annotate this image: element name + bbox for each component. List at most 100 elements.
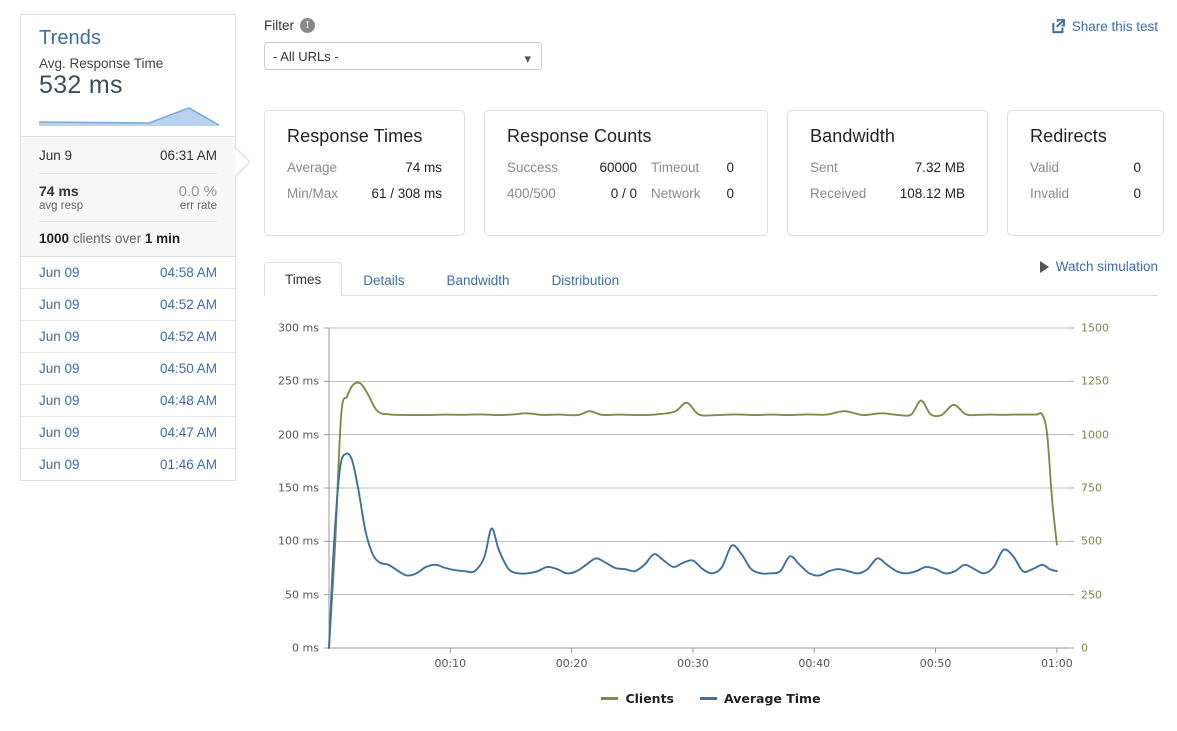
y-axis-tick-label: 150 ms — [278, 481, 319, 495]
err-rate-label: err rate — [179, 200, 217, 212]
stat-key: Success — [507, 160, 559, 175]
legend-item: Clients — [601, 691, 674, 706]
stat-key: Sent — [810, 160, 838, 175]
selected-test-header: Jun 9 06:31 AM — [39, 137, 217, 173]
y2-axis-tick-label: 250 — [1081, 588, 1102, 602]
stat-card-title: Response Times — [287, 126, 423, 146]
filter-label: Filter — [264, 18, 294, 33]
stat-key: Received — [810, 186, 867, 201]
series-line — [328, 381, 1058, 649]
history-item[interactable]: Jun 09 04:52 AM — [21, 288, 235, 320]
stat-card-title: Bandwidth — [810, 126, 895, 146]
share-this-test-link[interactable]: Share this test — [1051, 19, 1158, 34]
info-icon[interactable]: ! — [300, 18, 315, 33]
y2-axis-tick-label: 1500 — [1081, 321, 1109, 335]
stat-value: 61 / 308 ms — [371, 186, 442, 201]
tab-bandwidth[interactable]: Bandwidth — [426, 263, 531, 296]
clients-summary: 1000 clients over 1 min — [39, 222, 217, 256]
history-item-time: 04:58 AM — [159, 265, 217, 280]
tab-times[interactable]: Times — [264, 262, 343, 296]
stat-card-row: 400/500 0 / 0 Network 0 — [507, 186, 745, 201]
selected-test-detail[interactable]: Jun 9 06:31 AM 74 ms 0.0 % avg resp err … — [20, 136, 249, 257]
history-item-time: 04:47 AM — [159, 425, 217, 440]
stat-key: Invalid — [1030, 186, 1070, 201]
filter-block: Filter ! - All URLs - ▾ — [264, 18, 542, 70]
trends-sparkline — [38, 107, 220, 126]
history-item[interactable]: Jun 09 04:50 AM — [21, 352, 235, 384]
tab-distribution[interactable]: Distribution — [531, 263, 641, 296]
chart-svg — [324, 327, 1074, 653]
history-item[interactable]: Jun 09 04:47 AM — [21, 416, 235, 448]
series-line — [328, 452, 1058, 649]
stat-card-row: Valid 0 — [1030, 160, 1141, 175]
trends-summary-card: Trends Avg. Response Time 532 ms — [20, 14, 236, 136]
clients-duration: 1 min — [144, 231, 181, 246]
trends-subtitle: Avg. Response Time — [39, 56, 164, 71]
watch-simulation-label: Watch simulation — [1055, 259, 1158, 274]
chart-tabs: Times Details Bandwidth Distribution — [264, 262, 1158, 296]
tab-details[interactable]: Details — [342, 263, 425, 296]
y-axis-tick-label: 0 ms — [292, 641, 319, 655]
stat-card-row: Sent 7.32 MB — [810, 160, 965, 175]
stat-key: Valid — [1030, 160, 1060, 175]
y2-axis-tick-label: 500 — [1081, 534, 1102, 548]
chart-legend: Clients Average Time — [264, 691, 1158, 706]
stat-card-row: Received 108.12 MB — [810, 186, 965, 201]
y2-axis-tick-label: 0 — [1081, 641, 1088, 655]
legend-swatch — [601, 697, 619, 700]
history-item[interactable]: Jun 09 01:46 AM — [21, 448, 235, 480]
stat-value: 0 — [726, 186, 734, 201]
stat-cards: Response Times Average 74 ms Min/Max 61 / 30… — [264, 110, 1164, 236]
stat-value: 0 — [1133, 186, 1141, 201]
legend-label: Average Time — [724, 691, 821, 706]
selected-test-metrics: 74 ms 0.0 % — [39, 174, 217, 200]
play-icon — [1039, 260, 1049, 273]
y-axis-tick-label: 300 ms — [278, 321, 319, 335]
y-axis-tick-label: 50 ms — [285, 588, 319, 602]
history-item-date: Jun 09 — [39, 265, 80, 280]
stat-key: Timeout — [651, 160, 700, 175]
watch-simulation-link[interactable]: Watch simulation — [1039, 259, 1158, 274]
avg-resp-label: avg resp — [39, 200, 84, 212]
stat-key: Network — [651, 186, 701, 201]
selected-test-metric-labels: avg resp err rate — [39, 200, 217, 221]
stat-card-row: Invalid 0 — [1030, 186, 1141, 201]
filter-label-row: Filter ! — [264, 18, 542, 33]
y-axis-tick-label: 250 ms — [278, 374, 319, 388]
stat-value: 0 — [726, 160, 734, 175]
history-item-date: Jun 09 — [39, 393, 80, 408]
stat-value: 0 — [1133, 160, 1141, 175]
share-external-icon — [1051, 19, 1066, 34]
history-item-time: 04:52 AM — [159, 329, 217, 344]
history-item-time: 01:46 AM — [159, 457, 217, 472]
stat-value: 60000 — [599, 160, 637, 175]
y-axis-tick-label: 100 ms — [278, 534, 319, 548]
history-item-date: Jun 09 — [39, 425, 80, 440]
legend-item: Average Time — [700, 691, 821, 706]
selected-test-date: Jun 9 — [39, 148, 73, 163]
filter-select-wrap: - All URLs - ▾ — [264, 33, 542, 70]
y2-axis-tick-label: 1250 — [1081, 374, 1109, 388]
history-item[interactable]: Jun 09 04:48 AM — [21, 384, 235, 416]
stat-card-row: Min/Max 61 / 308 ms — [287, 186, 442, 201]
stat-key: Min/Max — [287, 186, 339, 201]
x-axis-tick-label: 00:40 — [798, 657, 831, 670]
filter-url-select[interactable]: - All URLs - — [264, 42, 542, 70]
err-rate-value: 0.0 % — [178, 183, 217, 200]
times-chart: 0 ms 50 ms 100 ms 150 ms 200 ms 250 ms 300 ms 0… — [264, 306, 1164, 706]
y2-axis-tick-label: 750 — [1081, 481, 1102, 495]
history-item[interactable]: Jun 09 04:58 AM — [21, 257, 235, 288]
y2-axis-tick-label: 1000 — [1081, 428, 1109, 442]
clients-count: 1000 — [39, 231, 70, 246]
stat-card-title: Response Counts — [507, 126, 652, 146]
test-history-list: Jun 09 04:58 AM Jun 09 04:52 AM Jun 09 04:52 … — [20, 257, 236, 481]
history-item-time: 04:48 AM — [159, 393, 217, 408]
legend-swatch — [700, 697, 717, 700]
x-axis-tick-label: 00:30 — [677, 657, 709, 670]
legend-label: Clients — [625, 691, 674, 706]
history-item-date: Jun 09 — [39, 457, 80, 472]
share-link-label: Share this test — [1071, 19, 1158, 34]
history-item[interactable]: Jun 09 04:52 AM — [21, 320, 235, 352]
history-item-time: 04:52 AM — [159, 297, 217, 312]
clients-over-label: clients over — [72, 231, 142, 246]
